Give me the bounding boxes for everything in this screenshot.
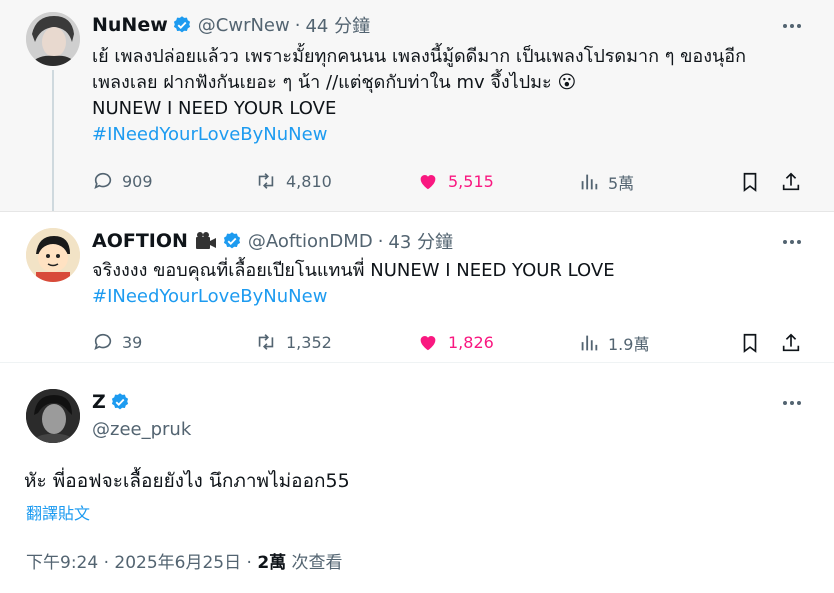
handle[interactable]: @AoftionDMD xyxy=(248,231,373,252)
emoji: 😮 xyxy=(557,72,577,93)
reply-icon xyxy=(94,172,112,189)
heart-icon xyxy=(420,336,436,351)
handle[interactable]: @CwrNew xyxy=(198,15,290,36)
views-count: 1.9萬 xyxy=(608,335,650,354)
tweet-nunew[interactable]: NuNew @CwrNew · 44 分鐘 เย้ เพลงปล่อยแล้วว… xyxy=(0,0,834,211)
separator: · xyxy=(294,14,301,36)
like-button[interactable]: 1,826 xyxy=(416,331,494,353)
reply-icon xyxy=(94,333,112,350)
retweet-icon xyxy=(258,334,274,350)
retweet-icon xyxy=(258,173,274,189)
tweet-text-line: NUNEW I NEED YOUR LOVE xyxy=(92,98,337,119)
tweet-text: จริงงงง ขอบคุณที่เลื้อยเปียโนแทนพี่ NUNE… xyxy=(92,258,812,310)
display-name[interactable]: Z xyxy=(92,391,106,413)
views-button[interactable]: 1.9萬 xyxy=(578,331,649,355)
tweet-metadata: 下午9:24 · 2025年6月25日 · 2萬 次查看 xyxy=(26,548,343,573)
camera-icon xyxy=(194,231,218,251)
tweet-header: Z xyxy=(92,391,130,413)
reply-count: 909 xyxy=(122,171,153,191)
tweet-header: AOFTION @AoftionDMD · 43 分鐘 xyxy=(92,228,453,254)
tweet-text-segment: เพลงเลย ฝากฟังกันเยอะ ๆ น้า //แต่ชุดกับท… xyxy=(92,72,552,93)
timestamp[interactable]: 下午9:24 · 2025年6月25日 · xyxy=(26,553,257,573)
avatar[interactable] xyxy=(26,12,80,66)
reply-button[interactable]: 39 xyxy=(92,331,142,353)
timestamp[interactable]: 43 分鐘 xyxy=(388,228,453,254)
action-bar: 39 1,352 1,826 1.9萬 xyxy=(92,331,806,357)
retweet-button[interactable]: 4,810 xyxy=(254,170,332,192)
more-icon[interactable] xyxy=(782,232,802,255)
verified-badge-icon xyxy=(110,392,130,412)
handle-row: @zee_pruk xyxy=(92,419,191,440)
views-icon xyxy=(581,335,598,351)
share-icon[interactable] xyxy=(780,331,802,359)
avatar[interactable] xyxy=(26,389,80,443)
handle[interactable]: @zee_pruk xyxy=(92,419,191,440)
reply-button[interactable]: 909 xyxy=(92,170,153,192)
hashtag-link[interactable]: #INeedYourLoveByNuNew xyxy=(92,284,812,310)
retweet-count: 1,352 xyxy=(286,332,332,352)
verified-badge-icon xyxy=(222,231,242,251)
like-count: 1,826 xyxy=(448,332,494,352)
translate-post-link[interactable]: 翻譯貼文 xyxy=(26,500,90,524)
tweet-text-line: เพลงเลย ฝากฟังกันเยอะ ๆ น้า //แต่ชุดกับท… xyxy=(92,70,812,96)
reply-count: 39 xyxy=(122,332,143,352)
heart-icon xyxy=(420,175,436,190)
avatar[interactable] xyxy=(26,228,80,282)
views-icon xyxy=(581,174,598,190)
tweet-header: NuNew @CwrNew · 44 分鐘 xyxy=(92,12,370,38)
tweet-aoftion[interactable]: AOFTION @AoftionDMD · 43 分鐘 จริงงงง ขอบค… xyxy=(0,211,834,362)
conversation-thread: NuNew @CwrNew · 44 分鐘 เย้ เพลงปล่อยแล้วว… xyxy=(0,0,834,593)
more-icon[interactable] xyxy=(782,16,802,39)
tweet-text: หัะ พี่ออฟจะเลื้อยยังไง นึกภาพไม่ออก55 xyxy=(24,470,350,492)
like-count: 5,515 xyxy=(448,171,494,191)
more-icon[interactable] xyxy=(782,393,802,416)
retweet-button[interactable]: 1,352 xyxy=(254,331,332,353)
tweet-text-line: จริงงงง ขอบคุณที่เลื้อยเปียโนแทนพี่ NUNE… xyxy=(92,260,615,281)
timestamp[interactable]: 44 分鐘 xyxy=(305,12,370,38)
tweet-text-line: เย้ เพลงปล่อยแล้วว เพราะมั้ยทุกคนนน เพลง… xyxy=(92,46,747,67)
tweet-text: เย้ เพลงปล่อยแล้วว เพราะมั้ยทุกคนนน เพลง… xyxy=(92,44,812,148)
hashtag-link[interactable]: #INeedYourLoveByNuNew xyxy=(92,122,812,148)
thread-line xyxy=(52,70,54,211)
views-button[interactable]: 5萬 xyxy=(578,170,634,194)
views-count: 5萬 xyxy=(608,174,635,193)
views-label: 次查看 xyxy=(286,553,343,573)
action-bar: 909 4,810 5,515 5萬 xyxy=(92,170,806,196)
like-button[interactable]: 5,515 xyxy=(416,170,494,192)
views-count: 2萬 xyxy=(257,553,287,573)
display-name[interactable]: NuNew xyxy=(92,14,168,36)
display-name[interactable]: AOFTION xyxy=(92,230,188,252)
bookmark-icon[interactable] xyxy=(739,331,761,359)
retweet-count: 4,810 xyxy=(286,171,332,191)
share-icon[interactable] xyxy=(780,170,802,198)
verified-badge-icon xyxy=(172,15,192,35)
separator: · xyxy=(377,230,384,252)
bookmark-icon[interactable] xyxy=(739,170,761,198)
